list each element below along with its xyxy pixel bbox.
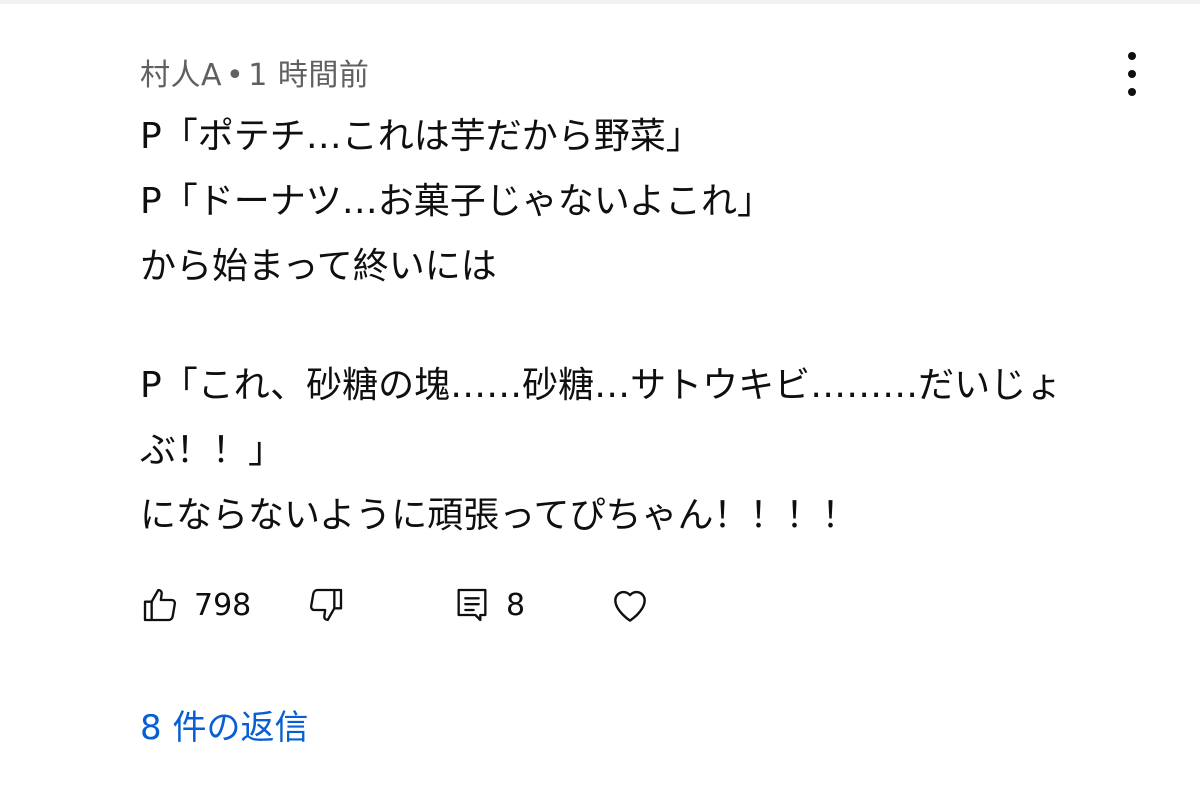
- comment-time: 1 時間前: [248, 58, 370, 93]
- more-dot: [1128, 70, 1136, 78]
- more-dot: [1128, 52, 1136, 60]
- comment-icon: [457, 588, 487, 622]
- comment-line: から始まって終いには: [140, 246, 497, 287]
- comment-card: 村人A • 1 時間前 P「ポテチ…これは芋だから野菜」 P「ドーナツ…お菓子じゃな…: [0, 0, 1200, 805]
- comment-line: P「これ、砂糖の塊……砂糖…サトウキビ………だいじょ: [140, 365, 1063, 406]
- dislike-button[interactable]: [306, 580, 346, 630]
- author-name[interactable]: 村人A: [140, 58, 222, 93]
- comment-line: P「ドーナツ…お菓子じゃないよこれ」: [140, 181, 773, 222]
- reply-count: 8: [506, 587, 526, 623]
- comment-actions: 798 8: [140, 580, 700, 630]
- thumbs-down-icon: [309, 588, 343, 622]
- comment-body: P「ポテチ…これは芋だから野菜」 P「ドーナツ…お菓子じゃないよこれ」 から始ま…: [140, 104, 1140, 548]
- thumbs-up-icon: [143, 588, 177, 622]
- like-button[interactable]: 798: [140, 580, 251, 630]
- comment-header: 村人A • 1 時間前: [140, 50, 369, 94]
- more-options-icon[interactable]: [1112, 52, 1152, 96]
- more-dot: [1128, 88, 1136, 96]
- comment-line: P「ポテチ…これは芋だから野菜」: [140, 116, 702, 157]
- heart-button[interactable]: [608, 580, 652, 630]
- reply-button[interactable]: 8: [452, 580, 525, 630]
- view-replies-link[interactable]: 8 件の返信: [140, 700, 308, 749]
- comment-line: にならないように頑張ってぴちゃん！！！！: [140, 495, 858, 536]
- like-count: 798: [194, 587, 252, 623]
- comment-blank-line: [140, 299, 1140, 353]
- comment-line: ぶ！！」: [140, 430, 285, 471]
- meta-separator: •: [226, 58, 245, 93]
- heart-icon: [614, 590, 646, 622]
